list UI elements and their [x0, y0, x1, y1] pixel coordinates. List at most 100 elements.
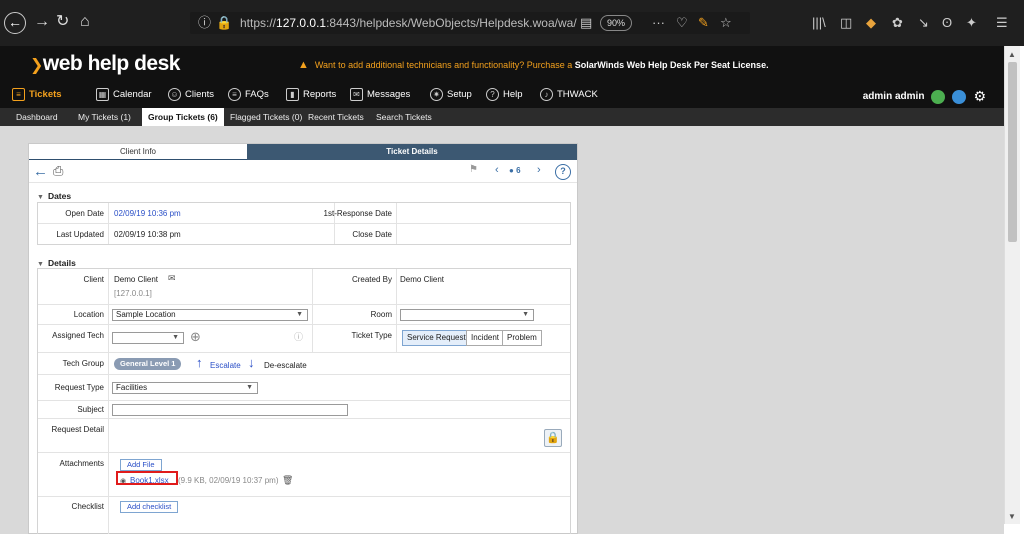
menu-reports[interactable]: ▮ Reports	[286, 88, 336, 101]
menu-faqs[interactable]: ≡ FAQs	[228, 88, 269, 101]
page-actions-icon[interactable]: ···	[652, 12, 665, 34]
collapse-caret-icon[interactable]: ▼	[37, 261, 44, 268]
request-type-label: Request Type	[54, 383, 104, 392]
tech-group-badge[interactable]: General Level 1	[114, 358, 182, 370]
home-icon[interactable]: ⌂	[80, 12, 90, 32]
assigned-tech-label: Assigned Tech	[52, 331, 104, 340]
location-label: Location	[73, 310, 104, 319]
license-warning: ▲ Want to add additional technicians and …	[298, 59, 769, 71]
menu-calendar[interactable]: ▦ Calendar	[96, 88, 152, 101]
back-arrow-icon[interactable]: ←	[33, 163, 48, 180]
flag-icon[interactable]: ⚑	[469, 164, 478, 175]
ticket-position-indicator: ● 6	[509, 166, 521, 175]
back-arrow-icon[interactable]: ←	[4, 12, 26, 34]
account-icon[interactable]: ʘ	[942, 12, 952, 34]
client-value[interactable]: Demo Client	[114, 275, 158, 284]
tab-dashboard[interactable]: Dashboard	[10, 108, 64, 126]
created-by-label: Created By	[351, 275, 392, 284]
email-icon[interactable]: ✉	[168, 273, 176, 284]
profile-icon[interactable]	[952, 89, 967, 104]
previous-ticket-icon[interactable]: ‹	[495, 164, 499, 176]
last-updated-value: 02/09/19 10:38 pm	[114, 230, 181, 239]
chevron-down-icon: ▼	[246, 384, 253, 391]
menu-setup[interactable]: ✷ Setup	[430, 88, 472, 101]
tab-my-tickets[interactable]: My Tickets (1)	[72, 108, 137, 126]
reader-view-icon[interactable]: ▤	[580, 12, 592, 34]
url-bar[interactable]: ⓘ 🔒 https://127.0.0.1:8443/helpdesk/WebO…	[190, 12, 750, 34]
tab-search-tickets[interactable]: Search Tickets	[370, 108, 438, 126]
collapse-caret-icon[interactable]: ▼	[37, 194, 44, 201]
tab-recent-tickets[interactable]: Recent Tickets	[302, 108, 370, 126]
divider	[396, 325, 397, 352]
tab-flagged-tickets[interactable]: Flagged Tickets (0)	[224, 108, 308, 126]
request-detail-row: Request Detail 🔒	[38, 419, 570, 453]
tab-ticket-details[interactable]: Ticket Details	[247, 144, 577, 160]
zoom-level[interactable]: 90%	[600, 15, 633, 31]
subject-input[interactable]	[112, 404, 348, 416]
attachment-meta: (9.9 KB, 02/09/19 10:37 pm)	[178, 476, 279, 485]
tab-group-tickets[interactable]: Group Tickets (6)	[142, 108, 224, 126]
forward-arrow-icon[interactable]: →	[34, 12, 50, 32]
deescalate-arrow-icon[interactable]: ↓	[248, 355, 255, 370]
hamburger-menu-icon[interactable]: ☰	[996, 12, 1008, 34]
menu-clients[interactable]: ☺ Clients	[168, 88, 214, 101]
url-text[interactable]: https://127.0.0.1:8443/helpdesk/WebObjec…	[240, 12, 577, 34]
extension3-icon[interactable]: ↘	[918, 12, 929, 34]
extension2-icon[interactable]: ✿	[892, 12, 903, 34]
info-icon[interactable]: ⓘ	[294, 330, 303, 343]
menu-messages[interactable]: ✉ Messages	[350, 88, 410, 101]
lock-icon[interactable]: 🔒	[544, 429, 562, 447]
scroll-down-icon[interactable]: ▼	[1008, 512, 1016, 521]
reload-icon[interactable]: ↻	[56, 12, 69, 32]
location-select[interactable]: Sample Location ▼	[112, 309, 308, 321]
delete-icon[interactable]: 🗑	[282, 475, 293, 486]
bookmark-star-icon[interactable]: ☆	[720, 12, 732, 34]
add-checklist-button[interactable]: Add checklist	[120, 501, 179, 513]
ticket-type-incident[interactable]: Incident	[466, 330, 505, 346]
room-select[interactable]: ▼	[400, 309, 534, 321]
attachments-label: Attachments	[59, 459, 104, 468]
open-date-value[interactable]: 02/09/19 10:36 pm	[114, 209, 181, 218]
tab-client-info[interactable]: Client Info	[29, 144, 247, 160]
escalate-link[interactable]: Escalate	[210, 361, 241, 370]
library-icon[interactable]: |||\	[812, 12, 826, 34]
settings-gear-icon[interactable]: ⚙	[973, 88, 986, 105]
help-circle-icon[interactable]: ?	[555, 164, 571, 180]
client-row: Client Demo Client ✉ [127.0.0.1] Created…	[38, 269, 570, 305]
assign-user-icon[interactable]: ⊕	[190, 329, 201, 345]
extension4-icon[interactable]: ✦	[966, 12, 977, 34]
ticket-type-problem[interactable]: Problem	[502, 330, 542, 346]
escalate-arrow-icon[interactable]: ↑	[196, 355, 203, 370]
details-grid: Client Demo Client ✉ [127.0.0.1] Created…	[37, 268, 571, 534]
checklist-label: Checklist	[71, 502, 104, 511]
last-updated-row: Last Updated 02/09/19 10:38 pm Close Dat…	[38, 224, 570, 244]
pocket-icon[interactable]: ♡	[676, 12, 688, 34]
scroll-thumb[interactable]	[1008, 62, 1017, 242]
menu-thwack[interactable]: ♪ THWACK	[540, 88, 598, 101]
user-name[interactable]: admin admin	[863, 91, 925, 102]
sidebar-icon[interactable]: ◫	[840, 12, 852, 34]
extension-icon[interactable]: ✎	[698, 12, 709, 34]
menu-help[interactable]: ? Help	[486, 88, 523, 101]
page-scrollbar[interactable]: ▲ ▼	[1004, 46, 1020, 524]
details-section-header[interactable]: ▼ Details	[37, 258, 76, 268]
lock-warning-icon[interactable]: 🔒	[216, 12, 232, 34]
scroll-up-icon[interactable]: ▲	[1008, 50, 1016, 59]
ticket-toolbar: ← ⎙ ⚑ ‹ ● 6 › ?	[29, 161, 577, 183]
deescalate-link[interactable]: De-escalate	[264, 361, 307, 370]
dates-section-header[interactable]: ▼ Dates	[37, 191, 71, 201]
ticket-type-service-request[interactable]: Service Request	[402, 330, 471, 346]
request-type-select[interactable]: Facilities ▼	[112, 382, 258, 394]
menu-tickets[interactable]: ≡ Tickets	[12, 88, 62, 101]
print-icon[interactable]: ⎙	[53, 163, 63, 179]
last-updated-label: Last Updated	[56, 230, 104, 239]
next-ticket-icon[interactable]: ›	[537, 164, 541, 176]
assigned-tech-select[interactable]: ▼	[112, 332, 184, 344]
info-icon[interactable]: ⓘ	[198, 12, 211, 34]
main-menu: ≡ Tickets ▦ Calendar ☺ Clients ≡ FAQs ▮ …	[0, 84, 1004, 108]
divider	[396, 305, 397, 324]
fox-extension-icon[interactable]: ◆	[866, 12, 876, 34]
status-icon[interactable]	[931, 89, 946, 104]
open-date-label: Open Date	[65, 209, 104, 218]
add-file-button[interactable]: Add File	[120, 459, 162, 471]
